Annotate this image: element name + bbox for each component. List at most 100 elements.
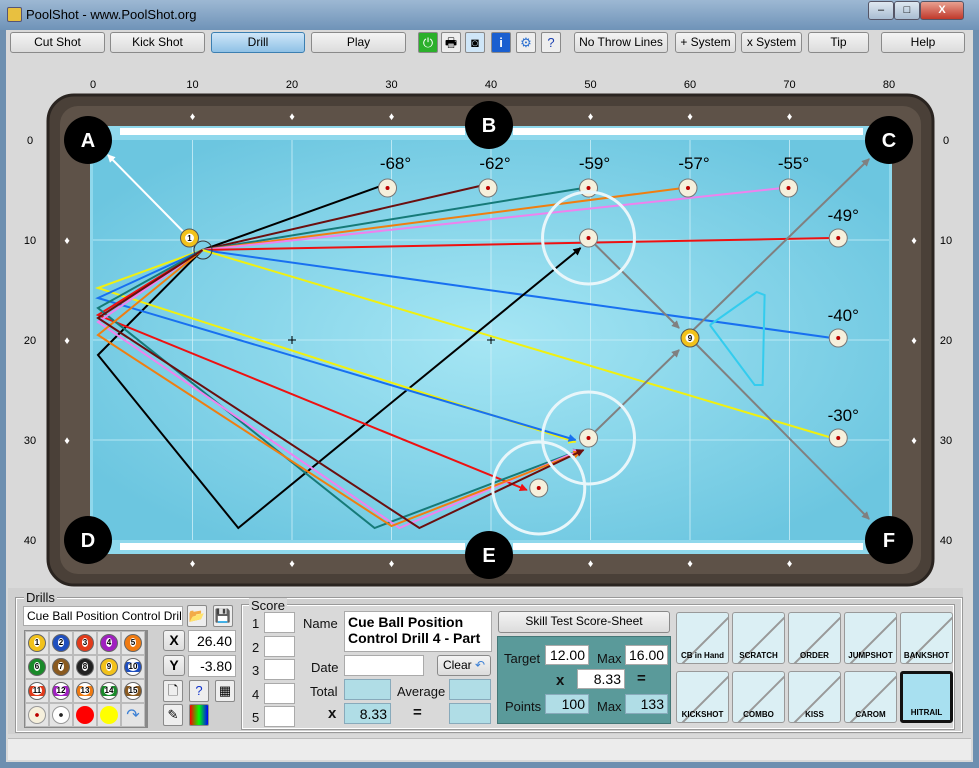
shot-type-carom-button[interactable]: CAROM	[844, 671, 897, 723]
ball-button-5[interactable]: 5	[121, 631, 145, 655]
ball-button-3[interactable]: 3	[73, 631, 97, 655]
cue-ball-dot	[586, 236, 591, 240]
ball-button-6[interactable]: 6	[25, 655, 49, 679]
drill-select[interactable]: Cue Ball Position Control Drill 4 P	[23, 606, 183, 626]
y-tick-label: 40	[24, 535, 36, 547]
x-coordinate-field[interactable]: 26.40	[188, 630, 236, 652]
ball-button-11[interactable]: 11	[25, 679, 49, 703]
redo-button[interactable]: ↷	[121, 703, 145, 727]
rail-ruler	[120, 128, 465, 135]
ball-button-10[interactable]: 10	[121, 655, 145, 679]
diamond-marker: ♦	[64, 335, 70, 347]
score-row-field[interactable]	[264, 659, 295, 680]
points-field: 100	[545, 694, 589, 714]
diamond-marker: ♦	[190, 111, 196, 123]
x-tick-label: 70	[783, 79, 795, 91]
ball-button-14[interactable]: 14	[97, 679, 121, 703]
score-row-label: 4	[252, 686, 260, 702]
diamond-marker: ♦	[787, 558, 793, 570]
color-palette-icon[interactable]	[189, 704, 209, 726]
angle-label: -57°	[678, 154, 709, 173]
ball-icon: 1	[28, 634, 46, 652]
score-row-field[interactable]	[264, 635, 295, 657]
ball-button-8[interactable]: 8	[73, 655, 97, 679]
shot-type-kiss-button[interactable]: KISS	[788, 671, 841, 723]
ball-number: 1	[187, 234, 192, 243]
average-field	[449, 679, 491, 700]
score-row-field[interactable]	[264, 612, 295, 633]
ball-button-9[interactable]: 9	[97, 655, 121, 679]
points-max-label: Max	[597, 699, 622, 714]
shot-type-combo-button[interactable]: COMBO	[732, 671, 785, 723]
cue-ball-dot	[586, 186, 591, 190]
angle-label: -40°	[828, 306, 859, 325]
shot-type-jumpshot-button[interactable]: JUMPSHOT	[844, 612, 897, 664]
ball-button-4[interactable]: 4	[97, 631, 121, 655]
multiply-label: x	[556, 672, 565, 689]
cue-ball-black-dot-button[interactable]	[49, 703, 73, 727]
table-list-icon[interactable]: ▦	[215, 680, 235, 702]
marker-icon	[100, 706, 118, 724]
status-bar	[8, 738, 971, 760]
total-label: Total	[310, 684, 338, 699]
y-coordinate-field[interactable]: -3.80	[188, 655, 236, 677]
ball-button-7[interactable]: 7	[49, 655, 73, 679]
date-field[interactable]	[344, 655, 424, 676]
ball-number: 10	[127, 662, 139, 671]
ball-number: 13	[79, 686, 91, 695]
ball-button-1[interactable]: 1	[25, 631, 49, 655]
points-label: Points	[505, 699, 542, 714]
ball-button-13[interactable]: 13	[73, 679, 97, 703]
shot-type-bankshot-button[interactable]: BANKSHOT	[900, 612, 953, 664]
pool-table[interactable]: 0 10 ♦ ♦ 20 ♦ ♦ 30 ♦ ♦ 40 50 ♦ ♦ 60 ♦ ♦ 70 ♦ ♦ 80 0 0 10 10 ♦ ♦ 20 2…	[0, 0, 979, 590]
ball-button-12[interactable]: 12	[49, 679, 73, 703]
multiply-label: x	[328, 705, 337, 722]
ball-number: 9	[688, 334, 693, 343]
max-field[interactable]: 16.00	[625, 645, 668, 665]
clear-button[interactable]: Clear ↶	[437, 655, 491, 676]
open-folder-icon[interactable]: 📂	[187, 605, 207, 627]
y-tick-label-right: 10	[940, 235, 952, 247]
angle-label: -30°	[828, 406, 859, 425]
shot-type-label: KICKSHOT	[681, 710, 724, 719]
cue-ball-dot	[836, 436, 841, 440]
ball-number: 5	[129, 638, 137, 647]
score-row-field[interactable]	[264, 706, 295, 727]
red-marker-button[interactable]	[73, 703, 97, 727]
shot-type-kickshot-button[interactable]: KICKSHOT	[676, 671, 729, 723]
ball-icon: 8	[76, 658, 94, 676]
score-row-label: 2	[252, 639, 260, 655]
yellow-marker-button[interactable]	[97, 703, 121, 727]
shot-type-label: KISS	[805, 710, 824, 719]
score-row-label: 5	[252, 710, 260, 725]
ball-button-2[interactable]: 2	[49, 631, 73, 655]
diamond-marker: ♦	[389, 558, 395, 570]
score-row-label: 3	[252, 663, 260, 678]
ball-number: 6	[33, 662, 41, 671]
ball-icon: 13	[76, 682, 94, 700]
multiplier-field[interactable]: 8.33	[577, 669, 625, 689]
shot-type-label: BANKSHOT	[903, 651, 950, 660]
cue-ball-red-dot-button[interactable]	[25, 703, 49, 727]
score-row-field[interactable]	[264, 682, 295, 704]
angle-label: -49°	[828, 206, 859, 225]
name-field[interactable]: Cue Ball Position Control Drill 4 - Part	[344, 611, 492, 652]
shot-type-scratch-button[interactable]: SCRATCH	[732, 612, 785, 664]
shot-type-order-button[interactable]: ORDER	[788, 612, 841, 664]
angle-label: -62°	[479, 154, 510, 173]
shot-type-hitrail-button[interactable]: HITRAIL	[900, 671, 953, 723]
y-label: Y	[163, 655, 185, 676]
edit-notes-icon[interactable]: ✎	[163, 704, 183, 726]
ball-button-15[interactable]: 15	[121, 679, 145, 703]
skill-test-score-sheet-button[interactable]: Skill Test Score-Sheet	[498, 611, 670, 633]
target-field[interactable]: 12.00	[545, 645, 589, 665]
new-document-icon[interactable]: 🗋	[163, 680, 183, 702]
ball-icon: 9	[100, 658, 118, 676]
points-max-field: 133	[625, 694, 668, 714]
save-icon[interactable]: 💾	[213, 605, 233, 627]
document-help-icon[interactable]: ?	[189, 680, 209, 702]
pocket-label: A	[81, 130, 95, 152]
rail-ruler	[513, 128, 863, 135]
shot-type-label: SCRATCH	[739, 651, 778, 660]
shot-type-cb-in-hand-button[interactable]: CB in Hand	[676, 612, 729, 664]
